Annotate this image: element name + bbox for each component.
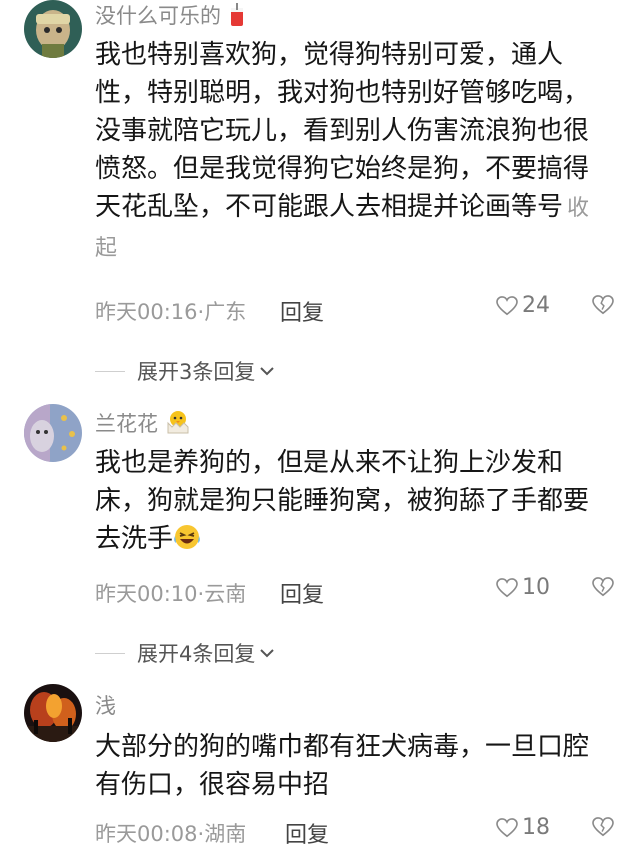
dislike-button[interactable] (592, 295, 614, 319)
username-text[interactable]: 没什么可乐的 (95, 4, 221, 28)
hatching-chick-emoji (167, 411, 189, 434)
username[interactable]: 浅 (95, 690, 116, 720)
comment-text-content: 我也是养狗的，但是从来不让狗上沙发和床，狗就是狗只能睡狗窝，被狗舔了手都要去洗手 (95, 448, 590, 554)
like-button[interactable]: 18 (496, 815, 550, 840)
expand-replies-label[interactable]: 展开3条回复 (137, 356, 255, 386)
cola-cup-emoji (230, 3, 243, 26)
dislike-button[interactable] (592, 817, 614, 841)
username[interactable]: 兰花花 (95, 408, 191, 438)
heart-outline-icon (496, 577, 518, 597)
expand-replies-button[interactable]: 展开4条回复 (95, 638, 275, 668)
chevron-down-icon (260, 367, 275, 376)
reply-button[interactable]: 回复 (285, 817, 329, 849)
heart-outline-icon (496, 817, 518, 837)
comment-text-content: 大部分的狗的嘴巾都有狂犬病毒，一旦口腔有伤口，很容易中招 (95, 732, 590, 800)
like-button[interactable]: 10 (496, 575, 550, 600)
avatar[interactable] (24, 404, 82, 462)
dislike-button[interactable] (592, 577, 614, 601)
username[interactable]: 没什么可乐的 (95, 0, 246, 30)
reply-button[interactable]: 回复 (280, 577, 324, 609)
divider-line (95, 652, 125, 654)
like-count: 10 (522, 575, 550, 600)
broken-heart-icon (592, 295, 614, 315)
chevron-down-icon (260, 649, 275, 658)
broken-heart-icon (592, 577, 614, 597)
expand-replies-button[interactable]: 展开3条回复 (95, 356, 275, 386)
timestamp-location: 昨天00:16·广东 (95, 300, 247, 324)
like-count: 24 (522, 293, 550, 318)
username-text[interactable]: 浅 (95, 694, 116, 718)
laughing-tears-emoji (174, 525, 200, 549)
like-count: 18 (522, 815, 550, 840)
broken-heart-icon (592, 817, 614, 837)
comment-text: 大部分的狗的嘴巾都有狂犬病毒，一旦口腔有伤口，很容易中招 (95, 728, 610, 804)
timestamp-location: 昨天00:08·湖南 (95, 822, 247, 846)
timestamp-location: 昨天00:10·云南 (95, 582, 247, 606)
divider-line (95, 370, 125, 372)
like-button[interactable]: 24 (496, 293, 550, 318)
comment-text: 我也特别喜欢狗，觉得狗特别可爱，通人性，特别聪明，我对狗也特别好管够吃喝，没事就… (95, 36, 610, 268)
comment-text-content: 我也特别喜欢狗，觉得狗特别可爱，通人性，特别聪明，我对狗也特别好管够吃喝，没事就… (95, 40, 590, 222)
username-text[interactable]: 兰花花 (95, 412, 158, 436)
avatar[interactable] (24, 684, 82, 742)
avatar[interactable] (24, 0, 82, 58)
expand-replies-label[interactable]: 展开4条回复 (137, 638, 255, 668)
comment-text: 我也是养狗的，但是从来不让狗上沙发和床，狗就是狗只能睡狗窝，被狗舔了手都要去洗手 (95, 444, 610, 558)
reply-button[interactable]: 回复 (280, 295, 324, 327)
heart-outline-icon (496, 295, 518, 315)
